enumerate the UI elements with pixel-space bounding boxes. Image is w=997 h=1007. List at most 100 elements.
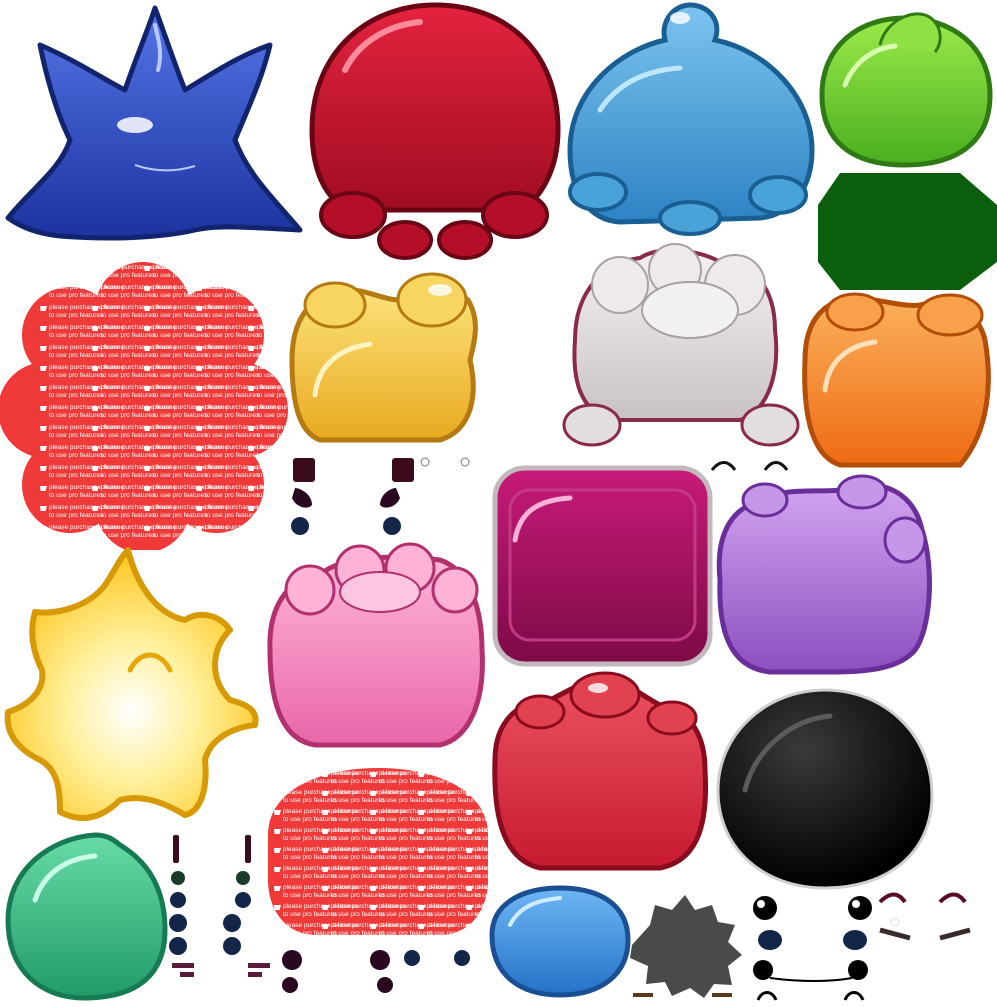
watermark-line-2: to use pro features — [205, 532, 260, 539]
watermark-line-2: to use pro features — [101, 392, 156, 399]
watermark-tile: please purchase a licenseto use pro feat… — [248, 264, 312, 279]
watermark-line-2: to use pro features — [427, 797, 482, 804]
cart-icon — [274, 791, 281, 796]
watermark-line-2: to use pro features — [205, 272, 260, 279]
white-bubbly-slime-sprite — [562, 243, 800, 447]
watermark-line-2: to use pro features — [331, 778, 386, 785]
watermark-line-2: to use pro features — [49, 272, 104, 279]
watermark-line-2: to use pro features — [205, 492, 260, 499]
watermark-line-1: please purchase a license — [427, 865, 503, 872]
watermark-line-2: to use pro features — [101, 312, 156, 319]
watermark-line-2: to use pro features — [331, 797, 386, 804]
watermark-line-2: to use pro features — [427, 816, 482, 823]
watermark-line-2: to use pro features — [205, 292, 260, 299]
sky-blue-slime-sprite — [567, 2, 815, 236]
watermark-line-2: to use pro features — [205, 372, 260, 379]
watermark-line-2: to use pro features — [283, 835, 338, 842]
watermark-line-2: to use pro features — [427, 873, 482, 880]
watermark-line-2: to use pro features — [283, 911, 338, 918]
watermark-line-2: to use pro features — [153, 412, 208, 419]
gray-spiky-blob-sprite — [630, 895, 742, 998]
watermark-line-2: to use pro features — [205, 412, 260, 419]
watermark-line-2: to use pro features — [283, 854, 338, 861]
watermark-line-2: to use pro features — [153, 372, 208, 379]
watermark-line-2: to use pro features — [283, 930, 338, 937]
watermark-line-1: please purchase a license — [205, 364, 281, 371]
watermark-tile: please purchase a licenseto use pro feat… — [196, 484, 281, 499]
watermark-tile: please purchase a licenseto use pro feat… — [248, 504, 288, 519]
watermark-tile: please purchase a licenseto use pro feat… — [196, 464, 281, 479]
watermark-line-1: please purchase a license — [205, 504, 281, 511]
watermark-line-2: to use pro features — [331, 873, 386, 880]
magenta-cube-slime-sprite — [492, 465, 713, 667]
pink-bubbly-slime-sprite — [267, 542, 485, 748]
watermark-tile: please purchase a licenseto use pro feat… — [418, 846, 488, 861]
teal-drop-slime-sprite — [5, 832, 168, 1001]
watermark-line-2: to use pro features — [153, 492, 208, 499]
watermark-line-2: to use pro features — [283, 873, 338, 880]
watermark-line-2: to use pro features — [427, 911, 482, 918]
watermark-line-2: to use pro features — [427, 930, 482, 937]
watermark-tile: please purchase a licenseto use pro feat… — [248, 444, 333, 459]
watermark-line-2: to use pro features — [153, 392, 208, 399]
watermark-tile: please purchase a licenseto use pro feat… — [418, 827, 488, 842]
cart-icon — [92, 286, 99, 291]
watermark-line-2: to use pro features — [101, 512, 156, 519]
watermark-line-2: to use pro features — [49, 412, 104, 419]
watermark-line-2: to use pro features — [101, 272, 156, 279]
watermark-tile: please purchase a licenseto use pro feat… — [196, 284, 281, 299]
watermark-tile: please purchase a licenseto use pro feat… — [144, 264, 229, 279]
watermark-line-2: to use pro features — [205, 312, 260, 319]
watermark-line-2: to use pro features — [257, 272, 312, 279]
watermark-line-2: to use pro features — [49, 292, 104, 299]
watermark-line-2: to use pro features — [427, 892, 482, 899]
cart-icon — [92, 526, 99, 531]
watermark-line-2: to use pro features — [101, 332, 156, 339]
watermark-line-2: to use pro features — [49, 312, 104, 319]
sprite-sheet: please purchase a license to use pro fea… — [0, 2, 997, 1001]
watermark-line-2: to use pro features — [153, 272, 208, 279]
watermark-tile: please purchase a licenseto use pro feat… — [248, 524, 288, 539]
watermark-line-2: to use pro features — [153, 292, 208, 299]
watermark-line-2: to use pro features — [427, 778, 482, 785]
yellow-bear-slime-sprite — [289, 272, 478, 443]
watermark-line-2: to use pro features — [101, 532, 156, 539]
watermark-line-2: to use pro features — [153, 312, 208, 319]
watermark-line-2: to use pro features — [153, 532, 208, 539]
cart-icon — [196, 266, 203, 271]
watermark-tile: please purchase a licenseto use pro feat… — [196, 504, 281, 519]
watermark-tile: please purchase a licenseto use pro feat… — [248, 464, 288, 479]
watermark-tile: please purchase a licenseto use pro feat… — [418, 884, 503, 899]
watermark-line-2: to use pro features — [379, 911, 434, 918]
watermark-tile: please purchase a licenseto use pro feat… — [196, 324, 281, 339]
cart-icon — [466, 772, 473, 777]
watermark-line-2: to use pro features — [49, 392, 104, 399]
blue-spiky-slime-sprite — [5, 5, 303, 241]
watermark-line-2: to use pro features — [205, 472, 260, 479]
cart-icon — [248, 266, 255, 271]
watermark-line-1: please purchase a license — [205, 484, 281, 491]
watermark-line-2: to use pro features — [101, 472, 156, 479]
watermark-line-2: to use pro features — [379, 930, 434, 937]
green-drop-slime-sprite — [819, 12, 993, 168]
watermark-line-2: to use pro features — [475, 873, 530, 880]
cart-icon — [274, 924, 281, 929]
watermark-line-2: to use pro features — [257, 292, 312, 299]
watermark-line-2: to use pro features — [331, 911, 386, 918]
cart-icon — [248, 286, 255, 291]
watermark-line-2: to use pro features — [101, 432, 156, 439]
watermark-line-2: to use pro features — [101, 352, 156, 359]
watermark-line-2: to use pro features — [49, 472, 104, 479]
watermark-line-1: please purchase a license — [427, 884, 503, 891]
watermark-line-2: to use pro features — [101, 412, 156, 419]
watermark-line-2: to use pro features — [257, 452, 312, 459]
watermark-line-1: please purchase a license — [153, 264, 229, 271]
cart-icon — [466, 924, 473, 929]
watermark-line-1: please purchase a license — [205, 264, 281, 271]
watermark-line-1: please purchase a license — [379, 770, 455, 777]
watermark-line-1: please purchase a license — [205, 464, 281, 471]
watermark-line-2: to use pro features — [379, 854, 434, 861]
watermark-line-1: please purchase a license — [427, 770, 503, 777]
watermark-line-2: to use pro features — [101, 372, 156, 379]
watermark-line-1: please purchase a license — [257, 444, 333, 451]
